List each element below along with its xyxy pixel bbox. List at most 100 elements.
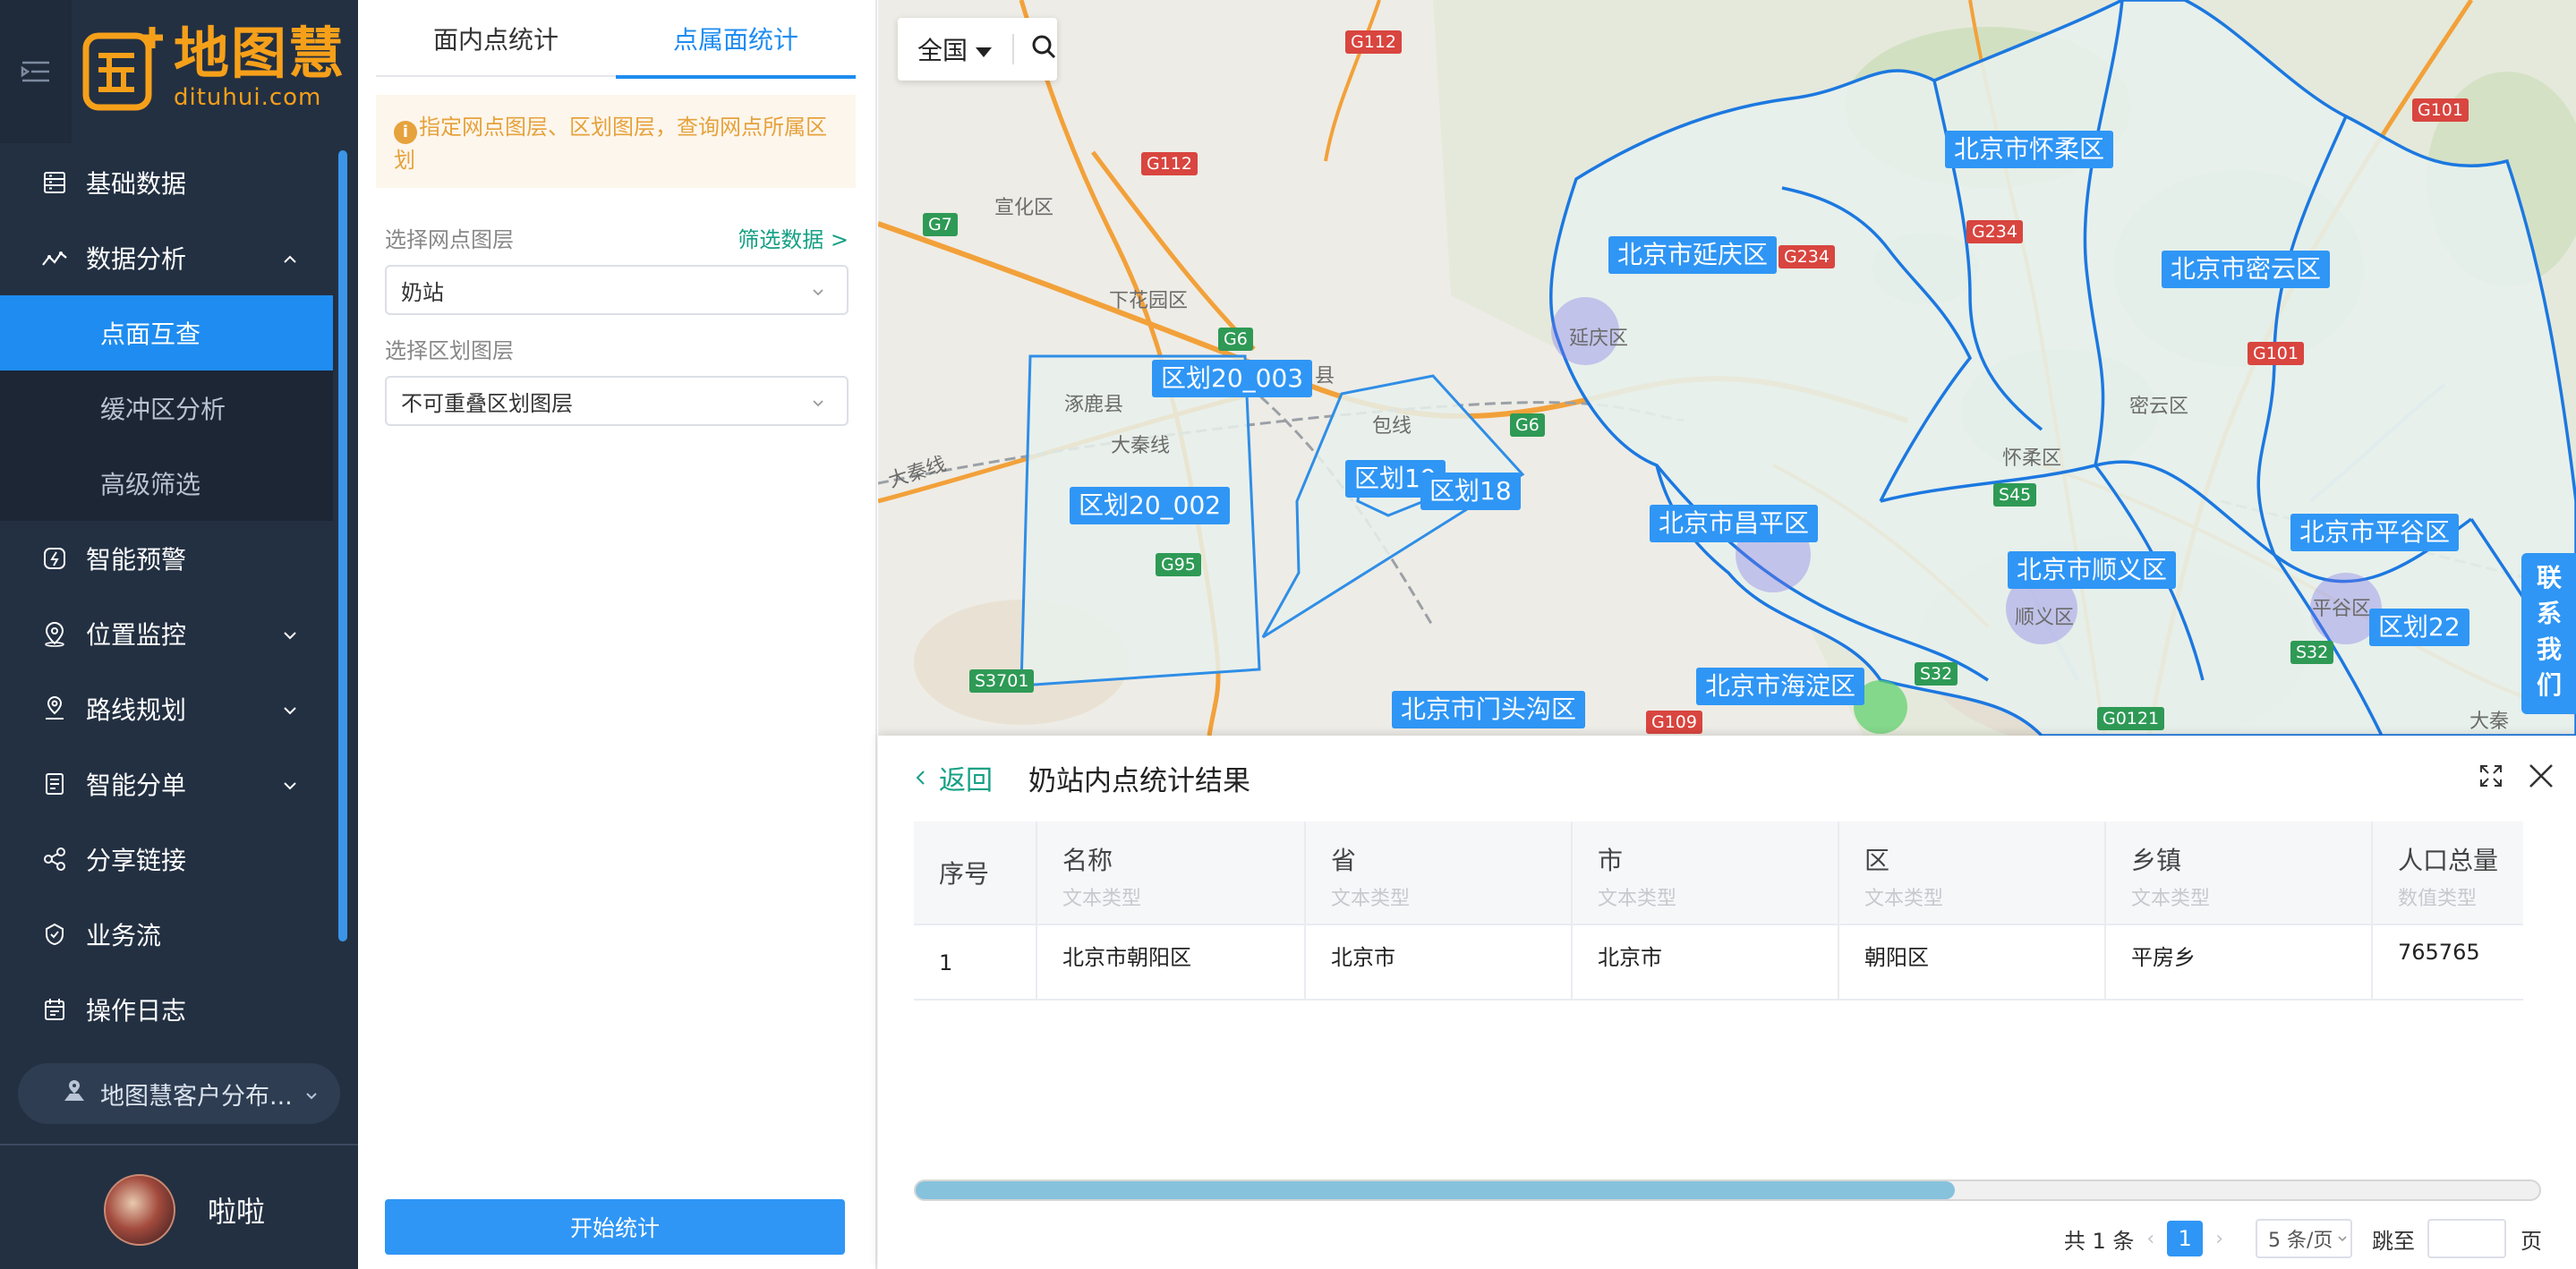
road-badge: G234 xyxy=(1966,220,2023,243)
district-label-pinggu[interactable]: 北京市平谷区 xyxy=(2290,514,2460,551)
jump-label: 跳至 xyxy=(2372,1228,2415,1254)
page-number[interactable]: 1 xyxy=(2167,1221,2204,1256)
chevron-down-icon xyxy=(281,771,299,790)
region-layer-value: 不可重叠区划图层 xyxy=(401,390,573,416)
next-page-icon[interactable]: › xyxy=(2215,1228,2223,1250)
caret-down-icon xyxy=(975,35,993,64)
logo-mark-icon xyxy=(82,23,168,113)
place-name: 涿鹿县 xyxy=(1064,394,1124,416)
menu-item-label: 操作日志 xyxy=(86,996,187,1026)
menu-item-share-link[interactable]: 分享链接 xyxy=(0,822,333,897)
jump-page-input[interactable] xyxy=(2427,1219,2506,1258)
point-layer-label: 选择网点图层 xyxy=(385,227,514,252)
menu-item-label: 路线规划 xyxy=(86,695,187,725)
nav-scrollbar[interactable] xyxy=(338,150,347,941)
column-header: 序号 xyxy=(914,822,1037,924)
road-badge: G101 xyxy=(2248,342,2304,365)
chevron-down-icon xyxy=(809,392,827,417)
road-badge: S32 xyxy=(1915,662,1958,686)
result-table: 序号 名称 文本类型 省文本类型 市文本类型 区文本类型 乡镇 文本类型 人口总量数… xyxy=(914,822,2523,1001)
place-name: 顺义区 xyxy=(2015,607,2075,629)
info-notice: i 指定网点图层、区划图层，查询网点所属区划 xyxy=(376,95,856,188)
place-name: 大秦 xyxy=(2469,711,2510,733)
log-icon xyxy=(39,994,70,1025)
avatar[interactable] xyxy=(104,1174,175,1246)
table-cell: 1 xyxy=(914,925,1037,999)
menu-item-data-analysis[interactable]: 数据分析 xyxy=(0,220,333,295)
map-canvas[interactable] xyxy=(878,0,2576,736)
place-name: 密云区 xyxy=(2129,396,2189,418)
region-label-22[interactable]: 区划22 xyxy=(2369,609,2469,646)
chevron-down-icon xyxy=(2336,1228,2349,1250)
dispatch-icon xyxy=(39,769,70,799)
point-layer-value: 奶站 xyxy=(401,279,444,305)
tab-points-in-area[interactable]: 面内点统计 xyxy=(376,0,616,77)
place-name: 大秦线 xyxy=(1111,435,1171,457)
district-label-huairou[interactable]: 北京市怀柔区 xyxy=(1945,131,2114,168)
sub-item-point-area[interactable]: 点面互查 xyxy=(0,295,333,370)
result-panel: 返回 奶站内点统计结果 序号 名称 文本类型 省文本类型 市文本类型 区文本类型 … xyxy=(878,736,2576,1269)
sub-item-buffer-analysis[interactable]: 缓冲区分析 xyxy=(0,370,333,446)
search-icon[interactable] xyxy=(1030,33,1057,66)
scrollbar-thumb[interactable] xyxy=(916,1181,1955,1199)
road-badge: G6 xyxy=(1510,413,1545,437)
table-cell: 765765 xyxy=(2398,940,2480,965)
location-icon xyxy=(39,618,70,649)
region-layer-select[interactable]: 不可重叠区划图层 xyxy=(385,376,849,426)
horizontal-scrollbar[interactable] xyxy=(914,1180,2541,1201)
place-name: 延庆区 xyxy=(1569,328,1629,350)
start-stats-button[interactable]: 开始统计 xyxy=(385,1199,845,1255)
region-layer-label: 选择区划图层 xyxy=(385,338,514,363)
road-badge: S45 xyxy=(1993,483,2037,507)
district-label-shunyi[interactable]: 北京市顺义区 xyxy=(2008,551,2177,589)
column-header: 区文本类型 xyxy=(1839,822,2106,924)
route-icon xyxy=(39,694,70,724)
district-label-haidian[interactable]: 北京市海淀区 xyxy=(1696,668,1865,705)
page-size-select[interactable]: 5 条/页 xyxy=(2256,1219,2352,1258)
point-layer-select[interactable]: 奶站 xyxy=(385,265,849,315)
district-label-changping[interactable]: 北京市昌平区 xyxy=(1650,505,1819,542)
user-profile[interactable]: 啦啦 xyxy=(104,1174,265,1246)
district-label-miyun[interactable]: 北京市密云区 xyxy=(2162,251,2331,288)
result-title: 奶站内点统计结果 xyxy=(1028,764,1250,797)
road-badge: S32 xyxy=(2290,641,2334,664)
table-cell: 北京市 xyxy=(1306,925,1573,999)
menu-item-route-planning[interactable]: 路线规划 xyxy=(0,671,333,746)
menu-item-smart-alert[interactable]: 智能预警 xyxy=(0,521,333,596)
menu-item-base-data[interactable]: 基础数据 xyxy=(0,145,333,220)
collapse-menu-icon[interactable] xyxy=(0,0,72,143)
table-cell: 朝阳区 xyxy=(1839,925,2106,999)
workspace-name: 地图慧客户分布... xyxy=(100,1082,293,1111)
menu-item-workflow[interactable]: 业务流 xyxy=(0,897,333,972)
region-label-20-003[interactable]: 区划20_003 xyxy=(1152,360,1313,397)
district-label-mentougou[interactable]: 北京市门头沟区 xyxy=(1392,691,1586,728)
tab-area-of-points[interactable]: 点属面统计 xyxy=(616,0,856,79)
region-label-20-002[interactable]: 区划20_002 xyxy=(1070,487,1231,524)
menu-item-operation-log[interactable]: 操作日志 xyxy=(0,972,333,1047)
table-cell: 平房乡 xyxy=(2106,925,2373,999)
alert-icon xyxy=(39,543,70,574)
prev-page-icon[interactable]: ‹ xyxy=(2146,1228,2154,1250)
region-label-18[interactable]: 区划18 xyxy=(1420,473,1521,510)
close-icon[interactable] xyxy=(2526,761,2556,795)
logo: 地图慧 dituhui.com xyxy=(82,23,345,113)
back-link[interactable]: 返回 xyxy=(914,758,993,797)
column-header: 名称 文本类型 xyxy=(1037,822,1306,924)
contact-us-button[interactable]: 联系我们 xyxy=(2521,553,2576,714)
chevron-down-icon xyxy=(281,621,299,640)
filter-data-link[interactable]: 筛选数据 > xyxy=(738,222,849,253)
workspace-selector[interactable]: 地图慧客户分布... xyxy=(18,1063,340,1124)
menu-item-location-monitor[interactable]: 位置监控 xyxy=(0,596,333,671)
road-badge: G6 xyxy=(1218,328,1253,351)
sub-item-advanced-filter[interactable]: 高级筛选 xyxy=(0,446,333,521)
menu-item-smart-dispatch[interactable]: 智能分单 xyxy=(0,746,333,822)
fullscreen-icon[interactable] xyxy=(2478,762,2504,793)
chevron-up-icon xyxy=(281,245,299,263)
table-row[interactable]: 1 北京市朝阳区 北京市 北京市 朝阳区 平房乡 765765 xyxy=(914,925,2523,1001)
road-badge: G101 xyxy=(2412,98,2469,122)
district-label-yanqing[interactable]: 北京市延庆区 xyxy=(1608,236,1778,274)
menu-item-label: 数据分析 xyxy=(86,244,187,274)
column-header: 省文本类型 xyxy=(1306,822,1573,924)
region-dropdown[interactable]: 全国 xyxy=(898,18,1057,81)
tab-label: 点属面统计 xyxy=(672,25,798,55)
